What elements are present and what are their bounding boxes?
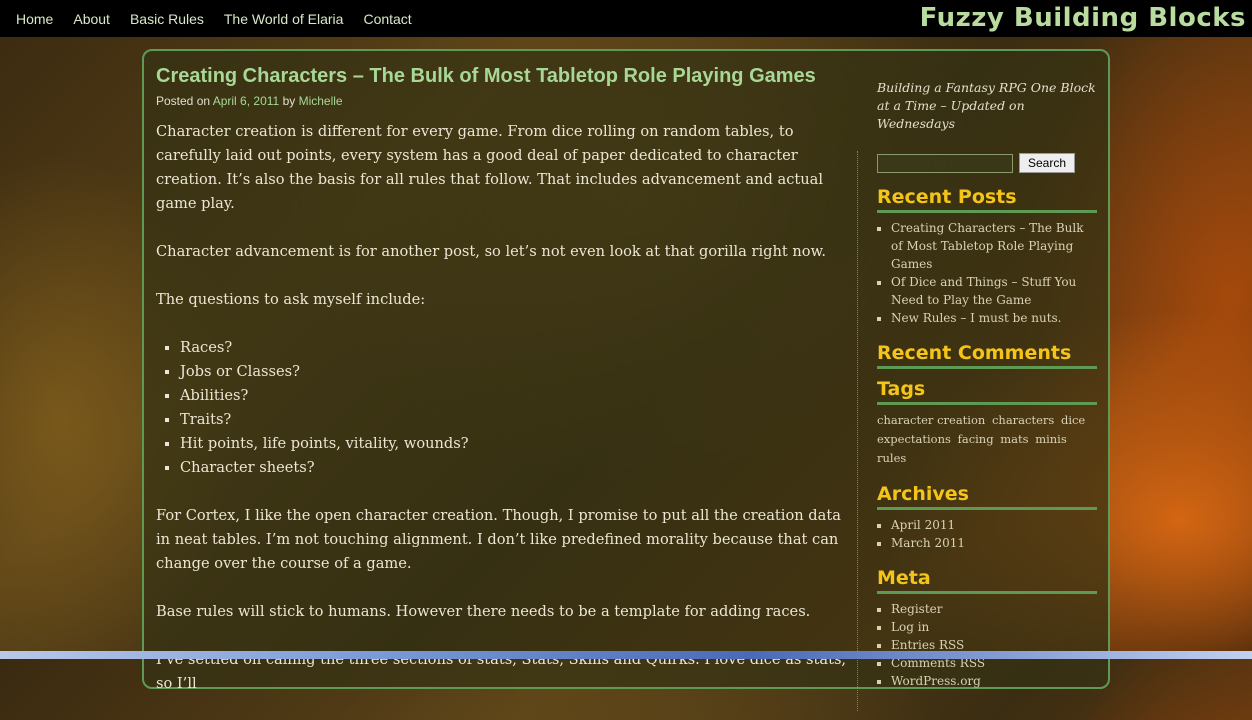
top-nav-bar: Home About Basic Rules The World of Elar… [0, 0, 1252, 37]
site-title[interactable]: Fuzzy Building Blocks [920, 3, 1246, 33]
post-content: Character creation is different for ever… [156, 120, 856, 696]
list-item: Jobs or Classes? [180, 360, 856, 384]
tag-link[interactable]: characters [992, 413, 1054, 427]
nav-basic-rules[interactable]: Basic Rules [120, 11, 214, 27]
tag-link[interactable]: mats [1000, 432, 1028, 446]
tag-link[interactable]: rules [877, 451, 906, 465]
search-form: Search [877, 153, 1097, 173]
nav-home[interactable]: Home [6, 11, 63, 27]
post-meta: Posted on April 6, 2011 by Michelle [156, 94, 856, 108]
widget-title: Tags [877, 377, 1097, 405]
taskbar-strip [0, 651, 1252, 659]
nav-contact[interactable]: Contact [353, 11, 421, 27]
recent-post-link[interactable]: Creating Characters – The Bulk of Most T… [891, 219, 1097, 273]
tag-link[interactable]: dice [1061, 413, 1085, 427]
questions-list: Races? Jobs or Classes? Abilities? Trait… [156, 336, 856, 480]
tag-link[interactable]: character creation [877, 413, 985, 427]
archive-link[interactable]: March 2011 [891, 534, 1097, 552]
site-tagline: Building a Fantasy RPG One Block at a Ti… [877, 80, 1096, 131]
post-title[interactable]: Creating Characters – The Bulk of Most T… [156, 65, 856, 88]
tag-cloud: character creation characters dice expec… [877, 411, 1097, 468]
post: Creating Characters – The Bulk of Most T… [156, 65, 856, 720]
main-nav: Home About Basic Rules The World of Elar… [6, 0, 422, 37]
tag-link[interactable]: expectations [877, 432, 951, 446]
post-date-link[interactable]: April 6, 2011 [213, 94, 280, 108]
recent-posts-widget: Recent Posts Creating Characters – The B… [877, 185, 1097, 327]
tag-link[interactable]: facing [958, 432, 994, 446]
widget-title: Recent Comments [877, 341, 1097, 369]
recent-comments-widget: Recent Comments [877, 341, 1097, 369]
meta-link-register[interactable]: Register [891, 600, 1097, 618]
list-item: Abilities? [180, 384, 856, 408]
content-divider [857, 151, 858, 711]
content-panel: Creating Characters – The Bulk of Most T… [142, 49, 1110, 711]
archive-link[interactable]: April 2011 [891, 516, 1097, 534]
meta-widget: Meta Register Log in Entries RSS Comment… [877, 566, 1097, 690]
tag-link[interactable]: minis [1035, 432, 1067, 446]
tags-widget: Tags character creation characters dice … [877, 377, 1097, 468]
list-item: Races? [180, 336, 856, 360]
recent-post-link[interactable]: Of Dice and Things – Stuff You Need to P… [891, 273, 1097, 309]
search-input[interactable] [877, 153, 1013, 173]
post-paragraph: Character creation is different for ever… [156, 123, 824, 212]
archives-widget: Archives April 2011 March 2011 [877, 482, 1097, 552]
search-button[interactable]: Search [1019, 153, 1076, 173]
list-item: Hit points, life points, vitality, wound… [180, 432, 856, 456]
list-item: Character sheets? [180, 456, 856, 480]
by-label: by [282, 94, 296, 108]
author-link[interactable]: Michelle [299, 94, 343, 108]
sidebar: Building a Fantasy RPG One Block at a Ti… [877, 79, 1097, 704]
list-item: Traits? [180, 408, 856, 432]
post-paragraph: For Cortex, I like the open character cr… [156, 507, 841, 572]
post-paragraph: The questions to ask myself include: [156, 291, 426, 308]
recent-post-link[interactable]: New Rules – I must be nuts. [891, 309, 1097, 327]
post-paragraph: Character advancement is for another pos… [156, 243, 826, 260]
nav-world-of-elaria[interactable]: The World of Elaria [214, 11, 354, 27]
posted-on-label: Posted on [156, 94, 211, 108]
post-paragraph: Base rules will stick to humans. However… [156, 603, 811, 620]
widget-title: Meta [877, 566, 1097, 594]
widget-title: Archives [877, 482, 1097, 510]
nav-about[interactable]: About [63, 11, 120, 27]
widget-title: Recent Posts [877, 185, 1097, 213]
meta-link-wordpress[interactable]: WordPress.org [891, 672, 1097, 690]
meta-link-login[interactable]: Log in [891, 618, 1097, 636]
